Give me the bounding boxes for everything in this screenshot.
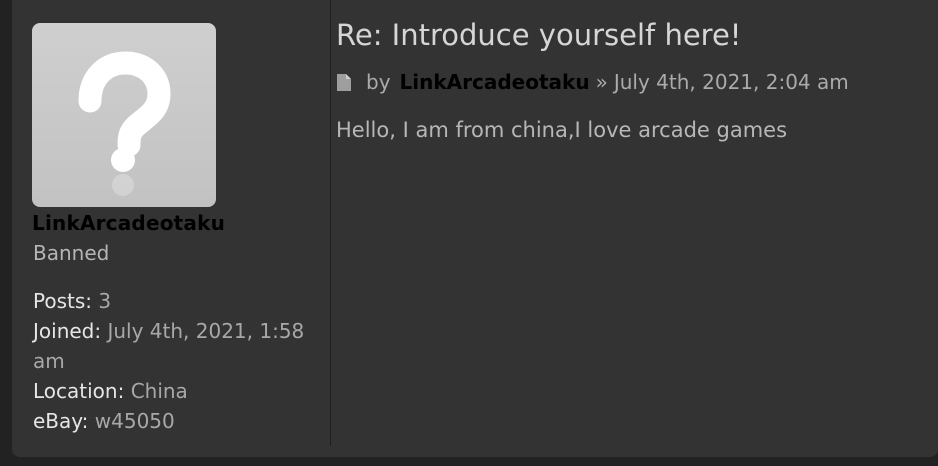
profile-location: Location: China: [33, 376, 313, 406]
post-by-label: by: [366, 70, 391, 94]
post-author[interactable]: LinkArcadeotaku: [400, 70, 590, 94]
posts-value[interactable]: 3: [98, 289, 111, 313]
question-mark-icon: [78, 51, 171, 196]
post-profile: LinkArcadeotaku Banned Posts: 3 Joined: …: [12, 0, 331, 446]
profile-username[interactable]: LinkArcadeotaku: [32, 211, 225, 235]
avatar[interactable]: [32, 23, 216, 207]
forum-post: LinkArcadeotaku Banned Posts: 3 Joined: …: [12, 0, 938, 457]
profile-posts: Posts: 3: [33, 286, 313, 316]
post-body: Re: Introduce yourself here! by LinkArca…: [332, 0, 938, 446]
profile-rank: Banned: [33, 241, 110, 265]
post-content: Hello, I am from china,I love arcade gam…: [336, 118, 788, 142]
location-value: China: [130, 379, 188, 403]
post-meta: by LinkArcadeotaku » July 4th, 2021, 2:0…: [336, 70, 849, 94]
joined-label: Joined:: [33, 319, 102, 343]
location-label: Location:: [33, 379, 125, 403]
post-title[interactable]: Re: Introduce yourself here!: [336, 18, 741, 52]
ebay-label: eBay:: [33, 409, 89, 433]
ebay-value: w45050: [94, 409, 175, 433]
post-datetime: July 4th, 2021, 2:04 am: [613, 70, 849, 94]
document-icon[interactable]: [336, 73, 352, 92]
post-separator: »: [595, 70, 608, 94]
posts-label: Posts:: [33, 289, 93, 313]
profile-ebay: eBay: w45050: [33, 406, 313, 436]
profile-joined: Joined: July 4th, 2021, 1:58 am: [33, 316, 313, 376]
